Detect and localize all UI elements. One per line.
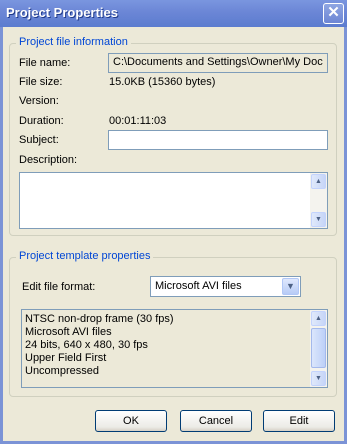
list-item: Uncompressed <box>25 365 99 377</box>
close-icon: ✕ <box>327 4 340 21</box>
window-title: Project Properties <box>6 5 118 20</box>
subject-input[interactable] <box>108 130 328 150</box>
format-dropdown[interactable]: Microsoft AVI files ▼ <box>150 276 301 297</box>
scroll-down-icon[interactable]: ▼ <box>311 212 326 227</box>
description-textarea[interactable]: ▲ ▼ <box>19 172 328 229</box>
edit-button[interactable]: Edit <box>263 410 335 432</box>
file-info-legend: Project file information <box>16 36 131 48</box>
template-legend: Project template properties <box>16 250 154 262</box>
scroll-up-icon[interactable]: ▲ <box>311 311 326 326</box>
format-label: Edit file format: <box>22 281 96 293</box>
scroll-up-icon[interactable]: ▲ <box>311 174 326 189</box>
file-name-field[interactable]: C:\Documents and Settings\Owner\My Doc <box>108 53 328 73</box>
list-item: 24 bits, 640 x 480, 30 fps <box>25 339 148 351</box>
duration-value: 00:01:11:03 <box>109 115 167 127</box>
cancel-button[interactable]: Cancel <box>180 410 252 432</box>
chevron-down-icon[interactable]: ▼ <box>282 278 299 295</box>
template-details-list[interactable]: NTSC non-drop frame (30 fps) Microsoft A… <box>21 309 328 388</box>
format-selected: Microsoft AVI files <box>155 280 242 292</box>
list-item: NTSC non-drop frame (30 fps) <box>25 313 174 325</box>
scroll-down-icon[interactable]: ▼ <box>311 371 326 386</box>
details-scrollbar[interactable]: ▲ ▼ <box>310 310 327 387</box>
file-name-label: File name: <box>19 57 71 69</box>
version-label: Version: <box>19 95 59 107</box>
title-bar[interactable]: Project Properties ✕ <box>0 0 347 27</box>
scroll-thumb[interactable] <box>311 328 326 368</box>
list-item: Microsoft AVI files <box>25 326 112 338</box>
subject-label: Subject: <box>19 134 59 146</box>
file-size-value: 15.0KB (15360 bytes) <box>109 76 216 88</box>
list-item: Upper Field First <box>25 352 107 364</box>
close-button[interactable]: ✕ <box>323 3 344 24</box>
duration-label: Duration: <box>19 115 64 127</box>
ok-button[interactable]: OK <box>95 410 167 432</box>
file-size-label: File size: <box>19 76 63 88</box>
description-label: Description: <box>19 154 78 166</box>
description-scrollbar[interactable]: ▲ ▼ <box>310 173 327 228</box>
